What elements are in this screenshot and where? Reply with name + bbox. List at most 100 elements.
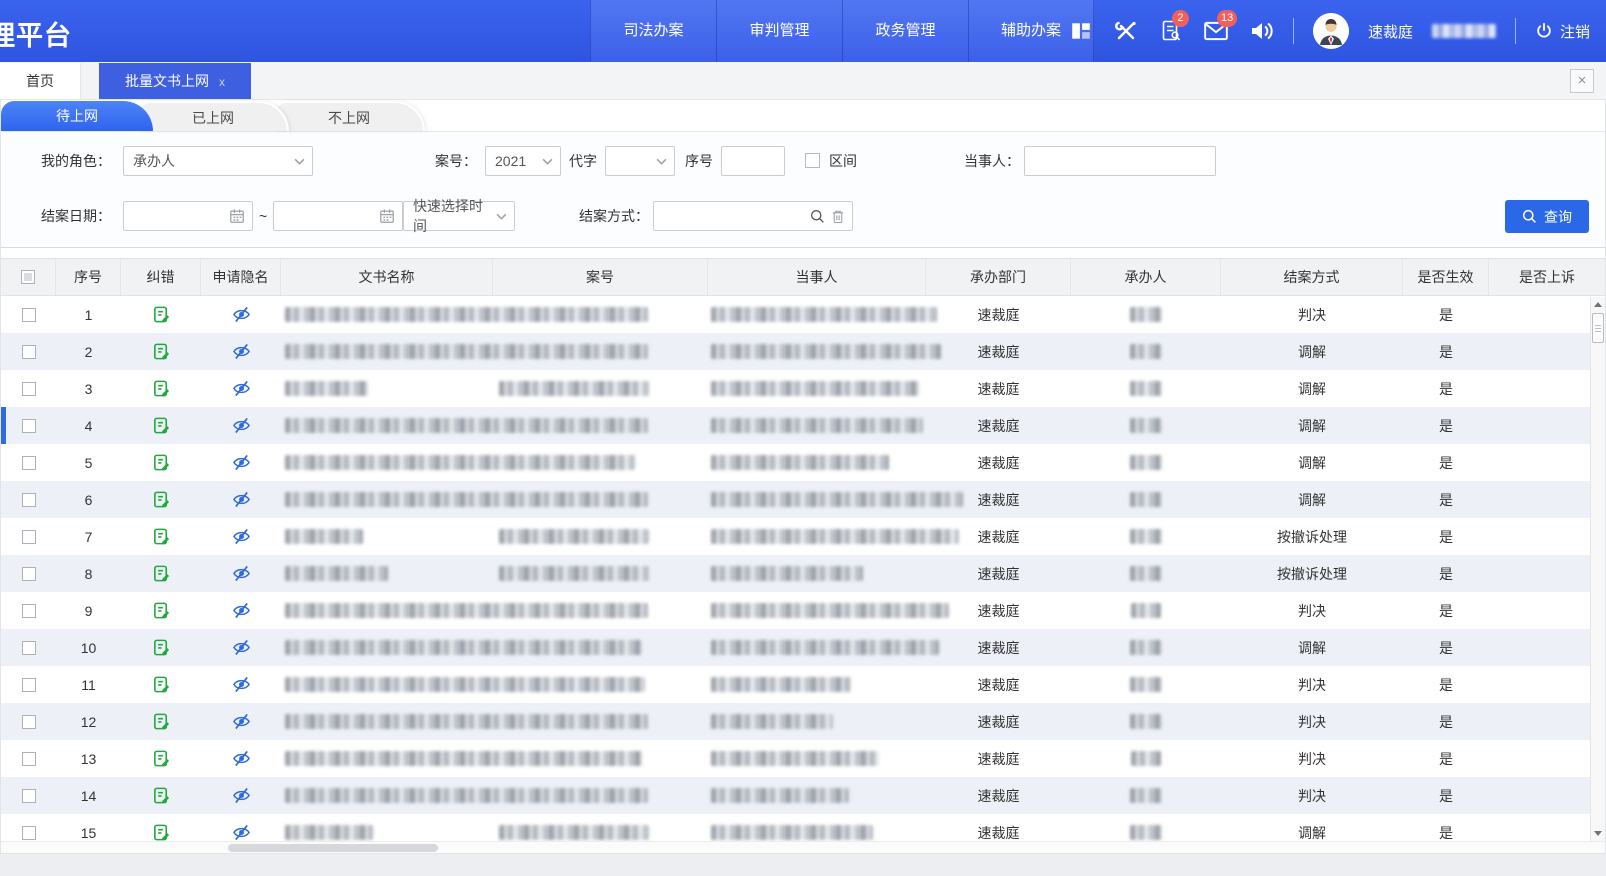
- correction-icon[interactable]: [121, 333, 201, 370]
- anonymize-icon[interactable]: [201, 296, 281, 333]
- row-checkbox[interactable]: [22, 641, 36, 655]
- query-button[interactable]: 查询: [1505, 200, 1589, 233]
- table-row[interactable]: 3 速裁庭 调解 是: [1, 370, 1605, 407]
- nav-item-trial-management[interactable]: 审判管理: [716, 0, 842, 62]
- table-row[interactable]: 12 速裁庭 判决 是: [1, 703, 1605, 740]
- subtab-pending[interactable]: 待上网: [1, 101, 153, 131]
- anonymize-icon[interactable]: [201, 666, 281, 703]
- tab-home[interactable]: 首页: [0, 63, 81, 99]
- correction-icon[interactable]: [121, 777, 201, 814]
- role-select[interactable]: 承办人: [123, 146, 313, 176]
- table-row[interactable]: 8 速裁庭 按撤诉处理 是: [1, 555, 1605, 592]
- correction-icon[interactable]: [121, 740, 201, 777]
- scrollbar-thumb[interactable]: [1592, 313, 1604, 343]
- table-row[interactable]: 4 速裁庭 调解 是: [1, 407, 1605, 444]
- tab-batch-document-publish[interactable]: 批量文书上网x: [99, 63, 251, 99]
- hscrollbar-thumb[interactable]: [228, 844, 438, 852]
- anonymize-icon[interactable]: [201, 703, 281, 740]
- avatar[interactable]: [1313, 13, 1349, 49]
- correction-icon[interactable]: [121, 518, 201, 555]
- search-icon[interactable]: [810, 209, 825, 224]
- correction-icon[interactable]: [121, 666, 201, 703]
- anonymize-icon[interactable]: [201, 629, 281, 666]
- row-checkbox[interactable]: [22, 567, 36, 581]
- close-date-start-input[interactable]: [123, 201, 253, 231]
- mail-icon[interactable]: 13: [1203, 18, 1229, 44]
- row-checkbox[interactable]: [22, 382, 36, 396]
- quick-time-select[interactable]: 快速选择时间: [403, 201, 515, 231]
- table-row[interactable]: 1 速裁庭 判决 是: [1, 296, 1605, 333]
- document-audit-icon[interactable]: 2: [1158, 18, 1184, 44]
- horizontal-scrollbar[interactable]: [1, 841, 1605, 854]
- table-row[interactable]: 7 速裁庭 按撤诉处理 是: [1, 518, 1605, 555]
- table-row[interactable]: 10 速裁庭 调解 是: [1, 629, 1605, 666]
- select-all-checkbox[interactable]: [21, 270, 35, 284]
- nav-item-government-affairs[interactable]: 政务管理: [842, 0, 968, 62]
- vertical-scrollbar[interactable]: [1590, 297, 1605, 841]
- correction-icon[interactable]: [121, 444, 201, 481]
- row-checkbox[interactable]: [22, 456, 36, 470]
- table-row[interactable]: 11 速裁庭 判决 是: [1, 666, 1605, 703]
- table-row[interactable]: 6 速裁庭 调解 是: [1, 481, 1605, 518]
- department-cell: 速裁庭: [926, 814, 1071, 841]
- dashboard-icon[interactable]: [1068, 18, 1094, 44]
- scroll-down-arrow[interactable]: [1591, 826, 1605, 841]
- anonymize-icon[interactable]: [201, 592, 281, 629]
- speaker-icon[interactable]: [1248, 18, 1274, 44]
- anonymize-icon[interactable]: [201, 407, 281, 444]
- anonymize-icon[interactable]: [201, 333, 281, 370]
- effective-cell: 是: [1403, 666, 1489, 703]
- anonymize-icon[interactable]: [201, 555, 281, 592]
- anonymize-icon[interactable]: [201, 444, 281, 481]
- row-checkbox[interactable]: [22, 308, 36, 322]
- close-date-end-input[interactable]: [273, 201, 403, 231]
- correction-icon[interactable]: [121, 370, 201, 407]
- row-checkbox[interactable]: [22, 345, 36, 359]
- scroll-up-arrow[interactable]: [1591, 297, 1605, 312]
- correction-icon[interactable]: [121, 296, 201, 333]
- logout-button[interactable]: 注销: [1535, 21, 1590, 42]
- panel-close-icon[interactable]: ×: [1570, 69, 1594, 93]
- correction-icon[interactable]: [121, 703, 201, 740]
- trash-icon[interactable]: [831, 209, 845, 224]
- anonymize-icon[interactable]: [201, 814, 281, 841]
- nav-item-judicial-case[interactable]: 司法办案: [590, 0, 716, 62]
- table-row[interactable]: 13 速裁庭 判决 是: [1, 740, 1605, 777]
- case-year-select[interactable]: 2021: [485, 146, 561, 176]
- table-row[interactable]: 9 速裁庭 判决 是: [1, 592, 1605, 629]
- case-serial-input[interactable]: [721, 146, 785, 176]
- correction-icon[interactable]: [121, 592, 201, 629]
- correction-icon[interactable]: [121, 481, 201, 518]
- row-checkbox[interactable]: [22, 604, 36, 618]
- row-checkbox[interactable]: [22, 493, 36, 507]
- anonymize-icon[interactable]: [201, 777, 281, 814]
- row-checkbox[interactable]: [22, 789, 36, 803]
- table-row[interactable]: 14 速裁庭 判决 是: [1, 777, 1605, 814]
- subtab-published[interactable]: 已上网: [137, 101, 289, 131]
- table-row[interactable]: 2 速裁庭 调解 是: [1, 333, 1605, 370]
- tab-close-icon[interactable]: x: [219, 75, 225, 89]
- table-row[interactable]: 15 速裁庭 调解 是: [1, 814, 1605, 841]
- anonymize-icon[interactable]: [201, 481, 281, 518]
- correction-icon[interactable]: [121, 407, 201, 444]
- anonymize-icon[interactable]: [201, 740, 281, 777]
- tools-icon[interactable]: [1113, 18, 1139, 44]
- anonymize-icon[interactable]: [201, 518, 281, 555]
- party-input[interactable]: [1024, 146, 1216, 176]
- row-checkbox[interactable]: [22, 715, 36, 729]
- case-code-select[interactable]: [605, 146, 675, 176]
- subtab-excluded[interactable]: 不上网: [273, 101, 425, 131]
- header-select-all[interactable]: [1, 259, 56, 295]
- row-checkbox[interactable]: [22, 419, 36, 433]
- row-checkbox[interactable]: [22, 826, 36, 840]
- table-row[interactable]: 5 速裁庭 调解 是: [1, 444, 1605, 481]
- correction-icon[interactable]: [121, 814, 201, 841]
- close-mode-input[interactable]: [653, 201, 853, 231]
- row-checkbox[interactable]: [22, 752, 36, 766]
- anonymize-icon[interactable]: [201, 370, 281, 407]
- row-checkbox[interactable]: [22, 678, 36, 692]
- correction-icon[interactable]: [121, 629, 201, 666]
- row-checkbox[interactable]: [22, 530, 36, 544]
- correction-icon[interactable]: [121, 555, 201, 592]
- interval-checkbox[interactable]: [805, 153, 820, 168]
